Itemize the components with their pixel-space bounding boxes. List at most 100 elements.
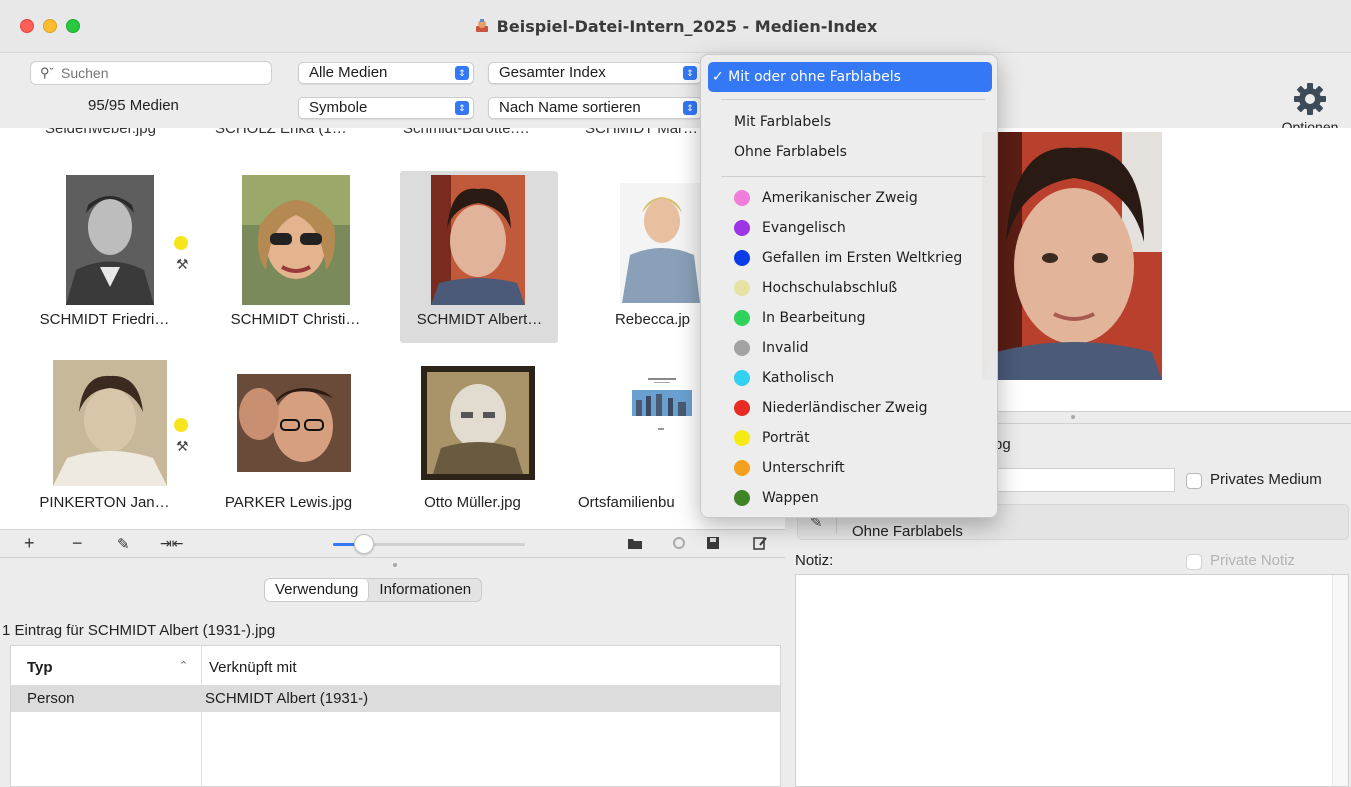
media-caption: SCHMIDT Christi… (230, 311, 361, 328)
search-field[interactable]: ⚲ˇ (30, 61, 272, 85)
menu-item-without-labels[interactable]: Ohne Farblabels (708, 140, 992, 164)
color-label-filter-menu: ✓ Mit oder ohne Farblabels Mit Farblabel… (700, 54, 998, 518)
sort-popup[interactable]: Nach Name sortieren ⇕ (488, 97, 702, 119)
menu-item-label[interactable]: Evangelisch (708, 216, 992, 240)
popup-arrows-icon: ⇕ (455, 101, 469, 115)
app-icon (475, 19, 488, 32)
private-media-checkbox[interactable] (1186, 473, 1202, 489)
color-label-dot (174, 236, 188, 250)
label-color-dot (734, 250, 750, 266)
add-media-button[interactable]: + (24, 533, 35, 554)
index-filter-popup[interactable]: Gesamter Index ⇕ (488, 62, 702, 84)
menu-item-label[interactable]: Porträt (708, 426, 992, 450)
table-row[interactable]: Person SCHMIDT Albert (1931-) (11, 686, 780, 712)
media-caption: PARKER Lewis.jpg (224, 494, 353, 511)
label-color-dot (734, 460, 750, 476)
media-filter-popup[interactable]: Alle Medien ⇕ (298, 62, 474, 84)
label-color-dot (734, 400, 750, 416)
menu-item-label[interactable]: Invalid (708, 336, 992, 360)
search-icon: ⚲ˇ (40, 65, 54, 80)
menu-item-label[interactable]: Amerikanischer Zweig (708, 186, 992, 210)
media-grid: Seidenweber.jpg SCHOLZ Erika (1… Schmidt… (0, 128, 785, 529)
tab-informationen[interactable]: Informationen (369, 579, 481, 601)
pin-icon: ⚒ (176, 438, 189, 454)
thumbnail-image (630, 376, 694, 436)
edit-document-icon[interactable] (752, 536, 768, 550)
view-mode-popup[interactable]: Symbole ⇕ (298, 97, 474, 119)
color-label-dot (174, 418, 188, 432)
menu-item-label[interactable]: Wappen (708, 486, 992, 510)
tab-verwendung[interactable]: Verwendung (265, 579, 370, 601)
save-icon[interactable] (705, 536, 721, 550)
menu-item-label[interactable]: Niederländischer Zweig (708, 396, 992, 420)
private-note-label: Private Notiz (1210, 552, 1296, 569)
menu-item-label[interactable]: In Bearbeitung (708, 306, 992, 330)
private-note-checkbox[interactable] (1186, 554, 1202, 570)
menu-item-label[interactable]: Hochschulabschluß (708, 276, 992, 300)
thumbnail-image (620, 183, 700, 303)
note-scrollbar[interactable] (1332, 575, 1348, 786)
menu-separator (721, 176, 985, 177)
popup-arrows-icon: ⇕ (683, 101, 697, 115)
menu-item-label[interactable]: Unterschrift (708, 456, 992, 480)
label-color-dot (734, 190, 750, 206)
thumbnail-image (431, 175, 525, 305)
popup-arrows-icon: ⇕ (455, 66, 469, 80)
media-item-selected[interactable]: SCHMIDT Albert… (400, 171, 558, 343)
label-color-dot (734, 370, 750, 386)
media-caption: SCHMIDT Albert… (416, 311, 543, 328)
split-view-divider[interactable] (0, 557, 785, 573)
usage-summary: 1 Eintrag für SCHMIDT Albert (1931-).jpg (2, 622, 276, 639)
table-header: Typ ⌃ Verknüpft mit (11, 646, 780, 686)
thumbnail-image (53, 360, 167, 486)
remove-media-button[interactable]: − (72, 533, 83, 554)
menu-item-with-or-without-labels[interactable]: ✓ Mit oder ohne Farblabels (708, 62, 992, 92)
search-input[interactable] (61, 65, 261, 81)
media-filter-value: Alle Medien (309, 64, 388, 81)
column-header-typ[interactable]: Typ (27, 659, 53, 676)
thumbnail-image (421, 366, 535, 480)
menu-item-with-labels[interactable]: Mit Farblabels (708, 110, 992, 134)
media-caption: SCHMIDT Friedri… (39, 311, 170, 328)
media-caption: PINKERTON Jan… (39, 494, 170, 511)
thumbnail-image (242, 175, 350, 305)
edit-pencil-icon[interactable]: ✎ (117, 535, 130, 553)
color-label-value: Ohne Farblabels (852, 523, 963, 540)
thumbnail-image (66, 175, 154, 305)
options-button[interactable]: Optionen (1272, 81, 1348, 135)
label-color-dot (734, 430, 750, 446)
toolbar: ⚲ˇ 95/95 Medien Alle Medien ⇕ Gesamter I… (0, 52, 1351, 135)
label-color-dot (734, 280, 750, 296)
info-tab-control: Verwendung Informationen (264, 578, 483, 602)
sort-value: Nach Name sortieren (499, 99, 641, 116)
sort-ascending-icon: ⌃ (179, 660, 189, 672)
media-title-field[interactable] (995, 468, 1175, 492)
media-caption: Otto Müller.jpg (424, 494, 521, 511)
thumbnail-image (237, 374, 351, 472)
note-label: Notiz: (795, 552, 834, 569)
private-media-label: Privates Medium (1210, 471, 1322, 488)
merge-arrows-icon[interactable]: ⇥⇤ (160, 535, 183, 552)
label-color-dot (734, 490, 750, 506)
cut-caption: Schmidt-Barotte.… (403, 128, 530, 137)
gear-icon (1294, 83, 1326, 115)
menu-item-label[interactable]: Gefallen im Ersten Weltkrieg (708, 246, 992, 270)
cell-linked: SCHMIDT Albert (1931-) (205, 690, 369, 707)
slider-knob[interactable] (354, 534, 374, 554)
pin-icon: ⚒ (176, 256, 189, 272)
cell-typ: Person (27, 690, 75, 707)
menu-separator (721, 99, 985, 100)
popup-arrows-icon: ⇕ (683, 66, 697, 80)
column-header-linked[interactable]: Verknüpft mit (209, 659, 297, 676)
folder-icon[interactable] (627, 536, 643, 550)
view-mode-value: Symbole (309, 99, 368, 116)
menu-item-label[interactable]: Katholisch (708, 366, 992, 390)
label-color-dot (734, 340, 750, 356)
cut-caption: Seidenweber.jpg (45, 128, 156, 137)
refresh-icon[interactable] (671, 536, 687, 550)
note-textarea[interactable] (795, 574, 1349, 787)
usage-table: Typ ⌃ Verknüpft mit Person SCHMIDT Alber… (10, 645, 781, 787)
column-divider (201, 646, 202, 787)
cut-caption: SCHMIDT Mar… (585, 128, 699, 137)
cut-caption: SCHOLZ Erika (1… (215, 128, 347, 137)
